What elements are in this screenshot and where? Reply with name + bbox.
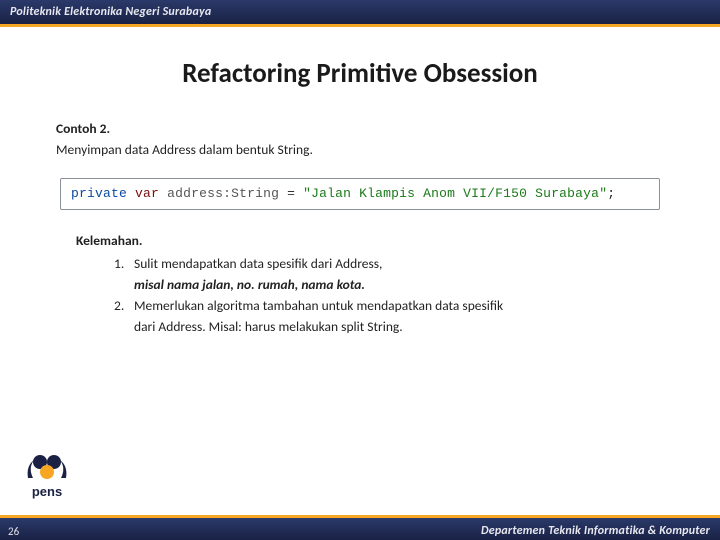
content-area: Contoh 2. Menyimpan data Address dalam b… [0, 120, 720, 336]
page-number: 26 [8, 525, 19, 538]
example-label: Contoh 2. [56, 120, 664, 139]
list-number: 1. [114, 255, 134, 274]
department-name: Departemen Teknik Informatika & Komputer [481, 524, 710, 538]
list-item-cont: dari Address. Misal: harus melakukan spl… [134, 318, 664, 337]
list-item: 2.Memerlukan algoritma tambahan untuk me… [114, 297, 664, 316]
list-item-cont: misal nama jalan, no. rumah, nama kota. [134, 276, 664, 295]
weakness-title: Kelemahan. [76, 232, 664, 251]
institution-name: Politeknik Elektronika Negeri Surabaya [10, 5, 211, 19]
code-equals: = [287, 186, 303, 201]
weakness-block: Kelemahan. 1.Sulit mendapatkan data spes… [76, 232, 664, 336]
code-type: String [231, 186, 279, 201]
footer-bar: 26 Departemen Teknik Informatika & Kompu… [0, 518, 720, 540]
list-text: Memerlukan algoritma tambahan untuk mend… [134, 297, 503, 314]
code-colon: : [223, 186, 231, 201]
svg-text:pens: pens [32, 484, 62, 499]
code-string: "Jalan Klampis Anom VII/F150 Surabaya" [303, 186, 607, 201]
list-text: Sulit mendapatkan data spesifik dari Add… [134, 255, 382, 272]
weakness-list: 1.Sulit mendapatkan data spesifik dari A… [114, 255, 664, 337]
code-identifier: address [167, 186, 223, 201]
example-description: Menyimpan data Address dalam bentuk Stri… [56, 141, 664, 160]
code-snippet: private var address:String = "Jalan Klam… [60, 178, 660, 210]
code-keyword-var: var [135, 186, 159, 201]
header-bar: Politeknik Elektronika Negeri Surabaya [0, 0, 720, 24]
header-accent-line [0, 24, 720, 27]
code-keyword-private: private [71, 186, 127, 201]
list-number: 2. [114, 297, 134, 316]
slide-title: Refactoring Primitive Obsession [0, 57, 720, 90]
pens-logo: pens [20, 448, 76, 504]
code-semicolon: ; [607, 186, 615, 201]
list-item: 1.Sulit mendapatkan data spesifik dari A… [114, 255, 664, 274]
